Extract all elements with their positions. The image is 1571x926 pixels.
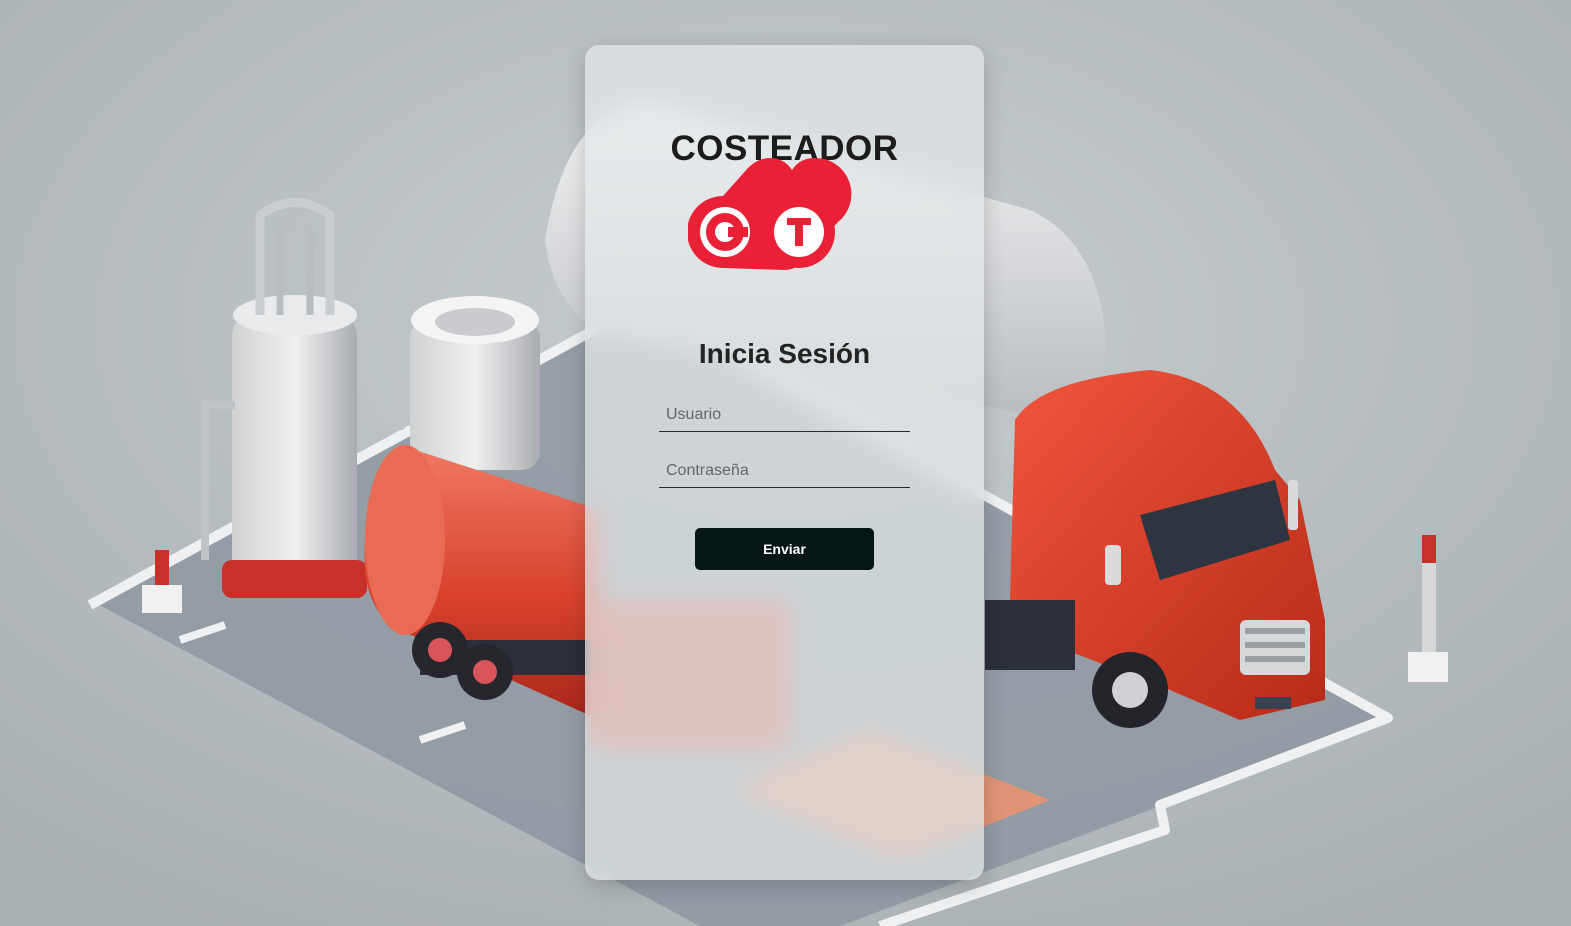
ct-logo [688, 157, 852, 270]
logo-letter-t [774, 207, 824, 257]
logo-letter-c [700, 207, 750, 257]
login-heading: Inicia Sesión [698, 338, 871, 369]
password-input[interactable] [659, 454, 910, 488]
submit-button[interactable]: Enviar [695, 528, 874, 570]
username-input[interactable] [659, 398, 910, 432]
